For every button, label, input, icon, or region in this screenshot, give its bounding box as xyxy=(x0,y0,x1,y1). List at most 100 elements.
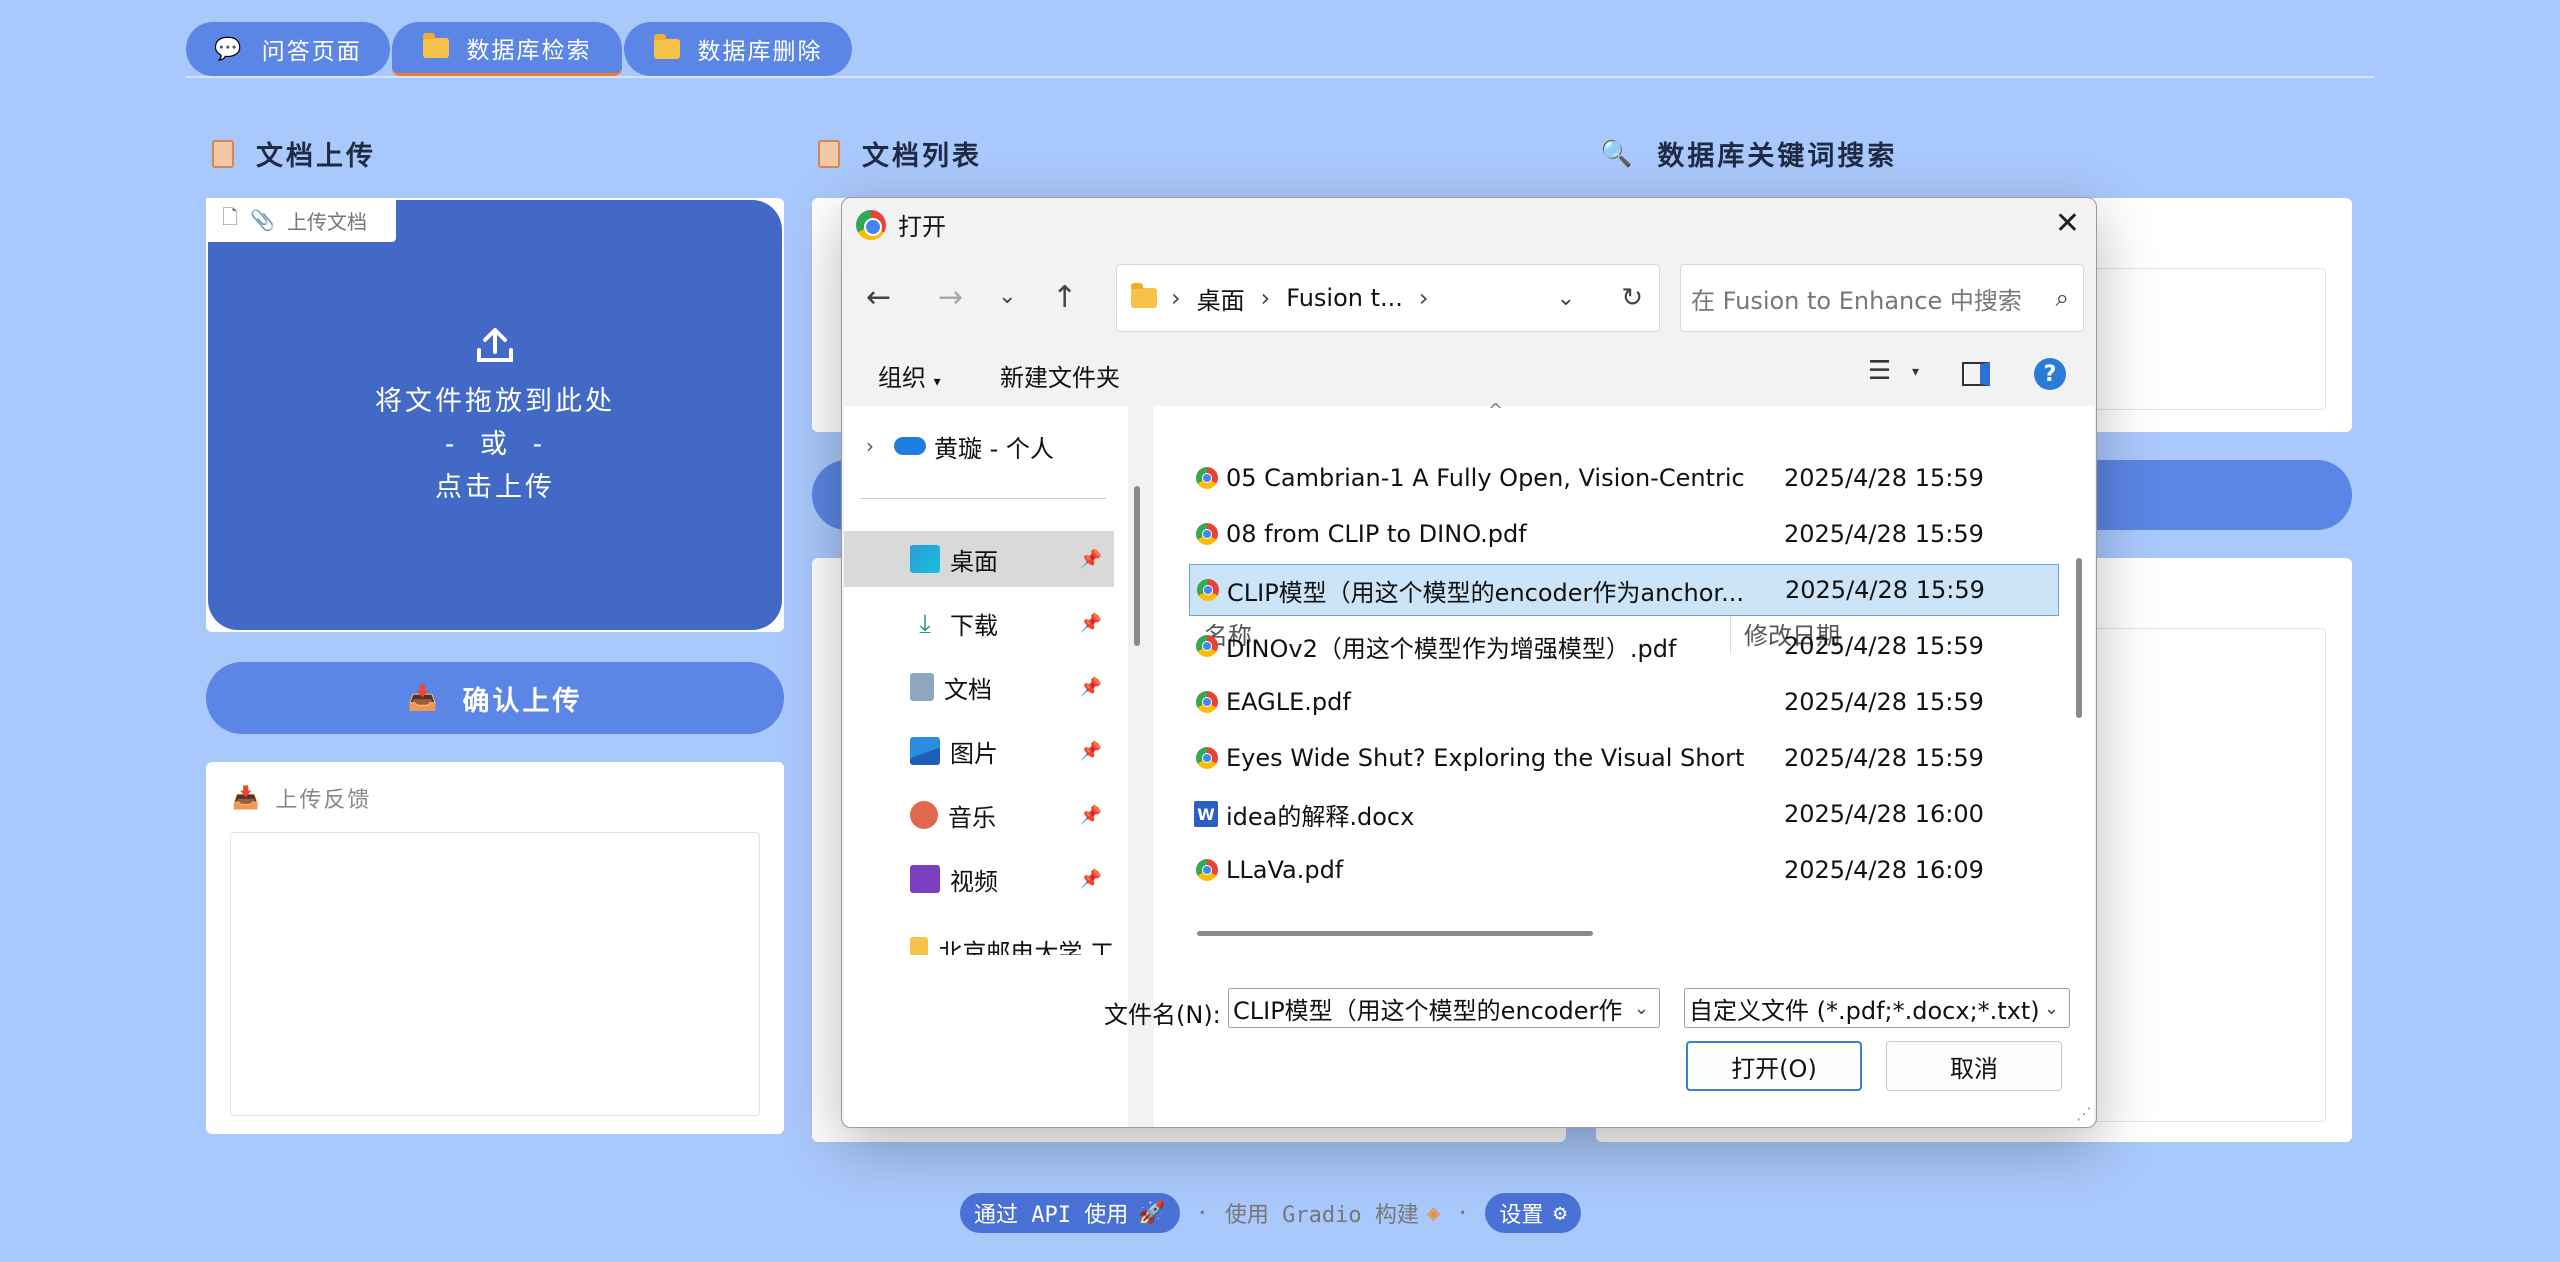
nav-item-pictures[interactable]: 图片 📌 xyxy=(844,723,1114,779)
api-link-label: 通过 API 使用 xyxy=(974,1203,1129,1228)
filename-label: 文件名(N): xyxy=(1104,1001,1221,1029)
file-row[interactable]: Eyes Wide Shut? Exploring the Visual Sho… xyxy=(1154,732,2034,784)
chevron-down-icon[interactable]: ⌄ xyxy=(2044,998,2059,1019)
tab-db-delete-label: 数据库删除 xyxy=(697,39,823,65)
chrome-icon xyxy=(856,210,886,240)
chevron-down-icon[interactable]: ⌄ xyxy=(1634,998,1649,1019)
nav-item-desktop[interactable]: 桌面 📌 xyxy=(844,531,1114,587)
nav-item-bupt[interactable]: 北京邮电大学 工 xyxy=(844,915,1114,955)
organize-menu[interactable]: 组织 ▾ xyxy=(878,358,941,393)
pictures-icon xyxy=(910,737,940,765)
new-folder-button[interactable]: 新建文件夹 xyxy=(1000,358,1120,393)
pin-icon[interactable]: 📌 xyxy=(1080,549,1102,570)
nav-item-music[interactable]: 音乐 📌 xyxy=(844,787,1114,843)
pin-icon[interactable]: 📌 xyxy=(1080,613,1102,634)
file-list-vertical-scrollbar[interactable] xyxy=(2076,558,2082,718)
breadcrumb-desktop[interactable]: 桌面 xyxy=(1197,281,1245,316)
settings-link[interactable]: 设置 ⚙ xyxy=(1485,1193,1581,1233)
back-arrow-icon[interactable]: ← xyxy=(866,280,891,315)
file-date: 2025/4/28 15:59 xyxy=(1784,632,1984,660)
nav-item-documents[interactable]: 文档 📌 xyxy=(844,659,1114,715)
paperclip-icon: 📎 xyxy=(250,208,275,232)
nav-item-downloads[interactable]: ⤓ 下载 📌 xyxy=(844,595,1114,651)
file-type-filter[interactable]: 自定义文件 (*.pdf;*.docx;*.txt) ⌄ xyxy=(1684,988,2070,1028)
nav-item-videos[interactable]: 视频 📌 xyxy=(844,851,1114,907)
file-date: 2025/4/28 16:00 xyxy=(1784,800,1984,828)
close-icon[interactable]: ✕ xyxy=(2055,206,2080,241)
dialog-search-box[interactable]: 在 Fusion to Enhance 中搜索 ⌕ xyxy=(1680,264,2084,332)
api-link[interactable]: 通过 API 使用 🚀 xyxy=(960,1193,1180,1233)
pin-icon[interactable]: 📌 xyxy=(1080,805,1102,826)
feedback-label: 📥 上传反馈 xyxy=(232,782,371,814)
file-date: 2025/4/28 16:09 xyxy=(1784,856,1984,884)
nav-item-label: 桌面 xyxy=(950,547,998,576)
file-name: LLaVa.pdf xyxy=(1226,856,1344,884)
upload-card: 将文件拖放到此处 - 或 - 点击上传 🗋 📎 上传文档 xyxy=(206,198,784,632)
open-file-dialog: 打开 ✕ ← → ⌄ ↑ › 桌面 › Fusion t... › ⌄ ↻ 在 … xyxy=(841,197,2097,1128)
open-button[interactable]: 打开(O) xyxy=(1686,1041,1862,1091)
help-icon[interactable]: ? xyxy=(2034,358,2066,390)
feedback-label-text: 上传反馈 xyxy=(275,788,372,813)
address-bar[interactable]: › 桌面 › Fusion t... › ⌄ ↻ xyxy=(1116,264,1660,332)
upload-arrow-icon xyxy=(473,322,517,366)
file-name: 08 from CLIP to DINO.pdf xyxy=(1226,520,1527,548)
filename-input[interactable]: CLIP模型（用这个模型的encoder作为anchor ⌄ xyxy=(1228,988,1660,1028)
dialog-search-placeholder: 在 Fusion to Enhance 中搜索 xyxy=(1691,286,2022,315)
pin-icon[interactable]: 📌 xyxy=(1080,741,1102,762)
gradio-link[interactable]: 使用 Gradio 构建 ◈ xyxy=(1225,1197,1440,1229)
file-row[interactable]: 05 Cambrian-1 A Fully Open, Vision-Centr… xyxy=(1154,452,2034,504)
file-name: 05 Cambrian-1 A Fully Open, Vision-Centr… xyxy=(1226,464,1746,492)
file-row[interactable]: LLaVa.pdf 2025/4/28 16:09 xyxy=(1154,844,2034,896)
file-row[interactable]: EAGLE.pdf 2025/4/28 15:59 xyxy=(1154,676,2034,728)
upload-tag-label: 上传文档 xyxy=(287,209,367,234)
tab-qa[interactable]: 💬 问答页面 xyxy=(186,22,390,76)
file-rows: 05 Cambrian-1 A Fully Open, Vision-Centr… xyxy=(1154,452,2059,972)
tab-db-delete[interactable]: 数据库删除 xyxy=(624,22,852,76)
refresh-icon[interactable]: ↻ xyxy=(1621,283,1643,313)
footer-separator: · xyxy=(1195,1200,1209,1226)
file-name: Eyes Wide Shut? Exploring the Visual Sho… xyxy=(1226,744,1746,772)
onedrive-icon xyxy=(894,437,926,455)
or-text: - 或 - xyxy=(441,428,549,460)
tab-db-search[interactable]: 数据库检索 xyxy=(392,22,622,76)
preview-pane-icon[interactable] xyxy=(1962,362,1990,386)
breadcrumb-fusion[interactable]: Fusion t... xyxy=(1286,284,1403,312)
tab-db-search-label: 数据库检索 xyxy=(466,37,592,64)
breadcrumb-separator-icon: › xyxy=(1418,284,1429,312)
recent-locations-chevron-icon[interactable]: ⌄ xyxy=(998,284,1016,309)
cancel-button[interactable]: 取消 xyxy=(1886,1041,2062,1091)
feedback-textarea[interactable] xyxy=(230,832,760,1116)
drop-text: 将文件拖放到此处 xyxy=(375,385,615,417)
nav-item-onedrive[interactable]: › 黄璇 - 个人 xyxy=(844,418,1114,474)
file-type-value: 自定义文件 (*.pdf;*.docx;*.txt) xyxy=(1689,996,2040,1025)
nav-pane-scrollbar[interactable] xyxy=(1134,486,1140,646)
file-name: EAGLE.pdf xyxy=(1226,688,1351,716)
file-drop-zone[interactable]: 将文件拖放到此处 - 或 - 点击上传 xyxy=(208,200,782,630)
pin-icon[interactable]: 📌 xyxy=(1080,869,1102,890)
expand-chevron-icon[interactable]: › xyxy=(866,434,874,458)
organize-label: 组织 xyxy=(878,364,926,392)
pin-icon[interactable]: 📌 xyxy=(1080,677,1102,698)
file-row-selected[interactable]: CLIP模型（用这个模型的encoder作为anchor... 2025/4/2… xyxy=(1189,564,2059,616)
file-row[interactable]: 08 from CLIP to DINO.pdf 2025/4/28 15:59 xyxy=(1154,508,2034,560)
confirm-upload-button[interactable]: 📥 确认上传 xyxy=(206,662,784,734)
footer-separator: · xyxy=(1456,1200,1470,1226)
file-date: 2025/4/28 15:59 xyxy=(1785,576,1985,604)
file-list-horizontal-scrollbar[interactable] xyxy=(1197,931,1593,936)
up-arrow-icon[interactable]: ↑ xyxy=(1052,280,1077,315)
view-options-caret-icon[interactable]: ▾ xyxy=(1912,364,1919,380)
word-file-icon: W xyxy=(1194,801,1218,827)
documents-icon xyxy=(910,673,934,701)
address-dropdown-chevron-icon[interactable]: ⌄ xyxy=(1557,286,1575,311)
file-row[interactable]: DINOv2（用这个模型作为增强模型）.pdf 2025/4/28 15:59 xyxy=(1154,620,2034,672)
pdf-file-icon xyxy=(1196,635,1218,657)
file-row[interactable]: W idea的解释.docx 2025/4/28 16:00 xyxy=(1154,788,2034,840)
tab-qa-label: 问答页面 xyxy=(261,39,362,65)
resize-grip-icon[interactable]: ⋰ xyxy=(2076,1104,2092,1123)
file-date: 2025/4/28 15:59 xyxy=(1784,520,1984,548)
forward-arrow-icon[interactable]: → xyxy=(938,280,963,315)
view-options-icon[interactable]: ☰ xyxy=(1868,356,1891,386)
desktop-icon xyxy=(910,545,940,573)
list-section-title: 文档列表 xyxy=(818,134,982,173)
search-section-title: 🔍 数据库关键词搜索 xyxy=(1600,134,1897,173)
